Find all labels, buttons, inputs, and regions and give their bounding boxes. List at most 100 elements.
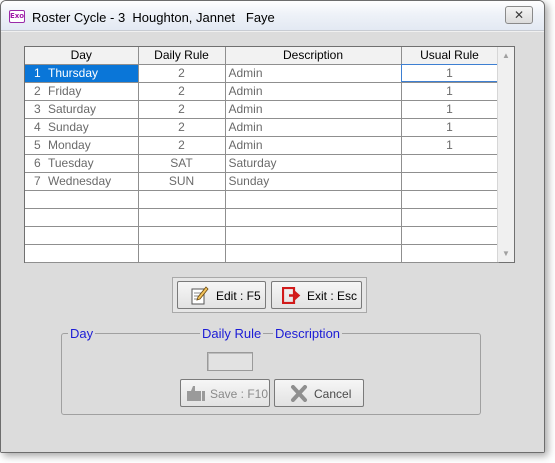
description-cell[interactable]: Admin [225, 118, 402, 137]
table-row[interactable]: 5 Monday 2 Admin 1 [25, 136, 499, 155]
day-cell[interactable] [25, 244, 139, 263]
daily-rule-cell[interactable] [138, 208, 226, 227]
usual-rule-cell[interactable]: 1 [401, 82, 499, 101]
usual-rule-cell[interactable] [401, 244, 499, 263]
day-cell[interactable] [25, 190, 139, 209]
edit-button[interactable]: Edit : F5 [177, 281, 266, 309]
row-number: 5 [34, 138, 41, 152]
table-row[interactable]: 6 Tuesday SAT Saturday [25, 154, 499, 173]
day-cell[interactable]: 1 Thursday [25, 64, 139, 83]
edit-icon [191, 286, 209, 305]
day-name: Sunday [48, 120, 89, 134]
daily-rule-cell[interactable]: SAT [138, 154, 226, 173]
edit-button-label: Edit : F5 [216, 289, 261, 303]
table-row[interactable]: 4 Sunday 2 Admin 1 [25, 118, 499, 137]
column-header-day[interactable]: Day [25, 47, 139, 65]
day-name: Saturday [48, 102, 97, 116]
table-row[interactable] [25, 226, 499, 245]
table-row[interactable] [25, 244, 499, 263]
description-cell[interactable]: Saturday [225, 154, 402, 173]
window-title: Roster Cycle - 3 Houghton, Jannet Faye [32, 10, 275, 25]
daily-rule-cell[interactable] [138, 226, 226, 245]
description-cell[interactable]: Admin [225, 64, 402, 83]
app-icon: Exo [9, 10, 25, 23]
row-number: 6 [34, 156, 41, 170]
day-name: Monday [48, 138, 91, 152]
day-cell[interactable]: 6 Tuesday [25, 154, 139, 173]
column-header-usual-rule[interactable]: Usual Rule [401, 47, 499, 65]
action-button-group: Edit : F5 Exit : Esc [172, 277, 367, 313]
day-cell[interactable]: 7 Wednesday [25, 172, 139, 191]
usual-rule-cell[interactable]: 1 [401, 100, 499, 119]
edit-panel: Day Daily Rule Description Save : F10 Ca… [61, 326, 481, 415]
daily-rule-cell[interactable]: 2 [138, 100, 226, 119]
cancel-icon [291, 385, 307, 402]
column-header-daily-rule[interactable]: Daily Rule [138, 47, 226, 65]
description-cell[interactable] [225, 208, 402, 227]
description-cell[interactable]: Admin [225, 100, 402, 119]
daily-rule-cell[interactable] [138, 244, 226, 263]
day-name: Tuesday [48, 156, 94, 170]
table-row[interactable]: 3 Saturday 2 Admin 1 [25, 100, 499, 119]
row-number: 7 [34, 174, 41, 188]
usual-rule-cell[interactable]: 1 [401, 136, 499, 155]
cancel-button-label: Cancel [314, 387, 352, 401]
usual-rule-cell[interactable] [401, 172, 499, 191]
daily-rule-cell[interactable] [138, 190, 226, 209]
row-number: 1 [34, 66, 41, 80]
day-cell[interactable]: 3 Saturday [25, 100, 139, 119]
row-number: 4 [34, 120, 41, 134]
day-cell[interactable]: 4 Sunday [25, 118, 139, 137]
usual-rule-cell[interactable] [401, 190, 499, 209]
daily-rule-cell[interactable]: 2 [138, 118, 226, 137]
description-cell[interactable] [225, 226, 402, 245]
close-button[interactable]: ✕ [505, 6, 533, 24]
daily-rule-cell[interactable]: 2 [138, 64, 226, 83]
daily-rule-cell[interactable]: 2 [138, 82, 226, 101]
exit-button[interactable]: Exit : Esc [271, 281, 362, 309]
day-name: Friday [48, 84, 82, 98]
usual-rule-cell[interactable]: 1 [401, 118, 499, 137]
row-number: 3 [34, 102, 41, 116]
daily-rule-input[interactable] [207, 352, 253, 371]
daily-rule-cell[interactable]: SUN [138, 172, 226, 191]
day-cell[interactable] [25, 226, 139, 245]
table-row[interactable] [25, 208, 499, 227]
title-bar[interactable]: Exo Roster Cycle - 3 Houghton, Jannet Fa… [1, 1, 544, 31]
row-number: 2 [34, 84, 41, 98]
table-row[interactable] [25, 190, 499, 209]
scroll-up-icon[interactable]: ▲ [498, 47, 514, 64]
day-cell[interactable]: 5 Monday [25, 136, 139, 155]
roster-table: Day Daily Rule Description Usual Rule 1T… [25, 47, 499, 263]
roster-rows: 1 Thursday 2 Admin 1 2 Friday 2 Admin 1 3 Saturday 2… [25, 64, 499, 263]
day-cell[interactable]: 2 Friday [25, 82, 139, 101]
description-cell[interactable]: Admin [225, 136, 402, 155]
daily-rule-cell[interactable]: 2 [138, 136, 226, 155]
cancel-button[interactable]: Cancel [274, 379, 364, 407]
legend-description: Description [273, 326, 343, 341]
description-cell[interactable]: Admin [225, 82, 402, 101]
table-row[interactable]: 7 Wednesday SUN Sunday [25, 172, 499, 191]
scroll-down-icon[interactable]: ▼ [498, 245, 514, 262]
legend-daily-rule: Daily Rule [200, 326, 264, 341]
description-cell[interactable] [225, 244, 402, 263]
column-header-description[interactable]: Description [225, 47, 402, 65]
vertical-scrollbar[interactable]: ▲ ▼ [497, 47, 514, 262]
description-cell[interactable]: Sunday [225, 172, 402, 191]
header-row: Day Daily Rule Description Usual Rule [25, 47, 499, 65]
window-client-area: Day Daily Rule Description Usual Rule 1T… [1, 32, 544, 452]
usual-rule-cell[interactable] [401, 208, 499, 227]
roster-grid[interactable]: Day Daily Rule Description Usual Rule 1T… [24, 46, 515, 263]
day-cell[interactable] [25, 208, 139, 227]
day-name: Wednesday [48, 174, 112, 188]
save-button[interactable]: Save : F10 [180, 379, 270, 407]
save-icon [187, 386, 205, 401]
legend-day: Day [68, 326, 96, 341]
table-row[interactable]: 2 Friday 2 Admin 1 [25, 82, 499, 101]
usual-rule-cell[interactable]: 1 [401, 64, 499, 83]
description-cell[interactable] [225, 190, 402, 209]
usual-rule-cell[interactable] [401, 226, 499, 245]
usual-rule-cell[interactable] [401, 154, 499, 173]
roster-cycle-window: Exo Roster Cycle - 3 Houghton, Jannet Fa… [0, 0, 545, 453]
table-row[interactable]: 1 Thursday 2 Admin 1 [25, 64, 499, 83]
